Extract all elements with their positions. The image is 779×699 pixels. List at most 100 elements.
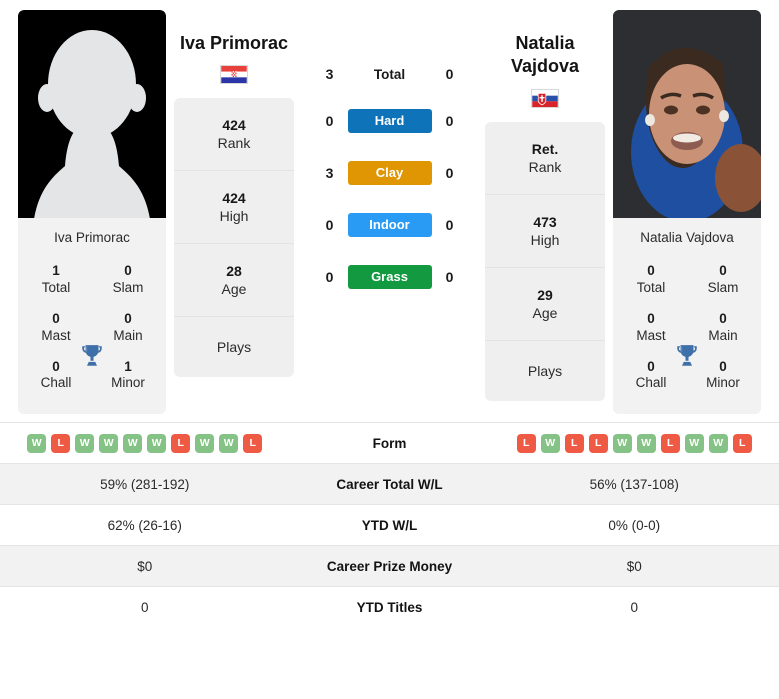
right-career-total-w-l-value: 56% (137-108) xyxy=(589,476,679,492)
surface-badge-clay[interactable]: Clay xyxy=(347,161,432,185)
left-age-label: Age xyxy=(221,281,247,298)
form-badge-loss[interactable]: L xyxy=(51,433,71,453)
table-row-label: Career Total W/L xyxy=(336,476,443,492)
left-player-photo[interactable] xyxy=(18,10,166,218)
player-portrait-image xyxy=(613,10,761,218)
left-player-photo-column: Iva Primorac 1 Total 0 Slam 0 Mast 0 Mai… xyxy=(18,10,166,415)
right-player-info-column: Natalia Vajdova Ret. Rank 473 High 29 Ag… xyxy=(485,10,605,414)
left-titles-row-1: 1 Total 0 Slam xyxy=(18,257,166,305)
left-grass-wins: 0 xyxy=(325,269,334,285)
right-player-stats-card: Ret. Rank 473 High 29 Age Plays xyxy=(485,121,605,401)
left-titles-chall-value: 0 xyxy=(52,358,60,374)
left-player-card: Iva Primorac 1 Total 0 Slam 0 Mast 0 Mai… xyxy=(18,10,166,415)
right-stat-rank: Ret. Rank xyxy=(485,122,605,195)
right-titles-mast-value: 0 xyxy=(647,310,655,326)
left-ytd-w-l-value: 62% (26-16) xyxy=(107,517,182,533)
left-player-info-column: Iva Primorac 424 Rank 424 High 28 Age Pl… xyxy=(174,10,294,414)
left-stat-rank: 424 Rank xyxy=(174,98,294,172)
left-titles-minor: 1 Minor xyxy=(104,359,152,393)
right-rank-label: Rank xyxy=(528,158,562,175)
right-hard-wins: 0 xyxy=(445,113,454,129)
form-badge-win[interactable]: W xyxy=(219,433,239,453)
right-high-label: High xyxy=(530,231,560,248)
left-titles-minor-label: Minor xyxy=(111,375,145,391)
right-stat-age: 29 Age xyxy=(485,268,605,341)
right-titles-main-label: Main xyxy=(708,327,738,343)
slovakia-flag-icon xyxy=(531,88,559,108)
right-titles-total: 0 Total xyxy=(627,263,675,297)
form-badge-loss[interactable]: L xyxy=(243,433,263,453)
form-badge-loss[interactable]: L xyxy=(732,433,752,453)
form-badge-loss[interactable]: L xyxy=(660,433,680,453)
left-form-badges: WLWWWWLWWL xyxy=(0,433,290,453)
right-player-photo[interactable] xyxy=(613,10,761,218)
left-form-value: WLWWWWLWWL xyxy=(0,433,290,453)
left-player-name: Iva Primorac xyxy=(179,33,289,53)
right-titles-chall-label: Chall xyxy=(635,375,667,391)
table-row: 0 YTD Titles 0 xyxy=(0,586,779,628)
surface-row-hard: 0 Hard 0 xyxy=(304,109,476,133)
surface-row-indoor: 0 Indoor 0 xyxy=(304,213,476,237)
right-ytd-titles-value: 0 xyxy=(630,599,638,615)
right-titles-mast-label: Mast xyxy=(636,327,666,343)
form-badge-win[interactable]: W xyxy=(147,433,167,453)
form-badge-win[interactable]: W xyxy=(123,433,143,453)
right-titles-total-value: 0 xyxy=(647,263,655,278)
left-high-label: High xyxy=(219,208,249,225)
right-player-card: Natalia Vajdova 0 Total 0 Slam 0 Mast 0 … xyxy=(613,10,761,415)
table-row-label: Form xyxy=(372,435,407,451)
right-titles-mast: 0 Mast xyxy=(627,311,675,345)
form-badge-win[interactable]: W xyxy=(99,433,119,453)
table-row-label: YTD W/L xyxy=(361,517,418,533)
right-clay-wins: 0 xyxy=(445,165,454,181)
form-badge-win[interactable]: W xyxy=(636,433,656,453)
surface-row-total: 3 Total 0 xyxy=(304,66,476,82)
right-titles-main: 0 Main xyxy=(699,311,747,345)
form-badge-loss[interactable]: L xyxy=(564,433,584,453)
left-hard-wins: 0 xyxy=(325,113,334,129)
right-age-label: Age xyxy=(532,304,558,321)
form-badge-win[interactable]: W xyxy=(195,433,215,453)
form-badge-win[interactable]: W xyxy=(540,433,560,453)
left-stat-plays: Plays xyxy=(174,317,294,377)
left-high-value: 424 xyxy=(222,190,246,207)
right-titles-chall: 0 Chall xyxy=(627,359,675,393)
left-clay-wins: 3 xyxy=(325,165,334,181)
form-badge-win[interactable]: W xyxy=(612,433,632,453)
right-titles-row-1: 0 Total 0 Slam xyxy=(613,257,761,305)
left-titles-minor-value: 1 xyxy=(124,358,132,374)
right-plays-label: Plays xyxy=(527,362,563,379)
middle-section: Iva Primorac 424 Rank 424 High 28 Age Pl… xyxy=(166,10,613,414)
left-ytd-titles-value: 0 xyxy=(140,599,149,615)
form-badge-win[interactable]: W xyxy=(708,433,728,453)
left-titles-total-value: 1 xyxy=(52,263,60,278)
surface-row-grass: 0 Grass 0 xyxy=(304,265,476,289)
person-placeholder-icon xyxy=(34,30,150,218)
left-career-prize-money-value: $0 xyxy=(137,558,153,574)
left-indoor-wins: 0 xyxy=(325,217,334,233)
form-badge-loss[interactable]: L xyxy=(588,433,608,453)
right-titles-minor-value: 0 xyxy=(719,358,727,374)
left-plays-label: Plays xyxy=(216,339,252,356)
left-titles-chall-label: Chall xyxy=(40,375,72,391)
right-career-prize-money-value: $0 xyxy=(626,558,642,574)
form-badge-win[interactable]: W xyxy=(75,433,95,453)
surface-badge-hard[interactable]: Hard xyxy=(347,109,432,133)
surface-badge-grass[interactable]: Grass xyxy=(347,265,432,289)
surface-badge-indoor[interactable]: Indoor xyxy=(347,213,432,237)
right-player-photo-column: Natalia Vajdova 0 Total 0 Slam 0 Mast 0 … xyxy=(613,10,761,415)
right-titles-minor-label: Minor xyxy=(706,375,740,391)
right-indoor-wins: 0 xyxy=(445,217,454,233)
player-comparison-page: Iva Primorac 1 Total 0 Slam 0 Mast 0 Mai… xyxy=(0,0,779,699)
form-badge-win[interactable]: W xyxy=(27,433,47,453)
left-stat-high: 424 High xyxy=(174,171,294,245)
form-badge-loss[interactable]: L xyxy=(516,433,536,453)
right-age-value: 29 xyxy=(537,286,553,303)
right-player-card-name: Natalia Vajdova xyxy=(613,218,761,255)
form-badge-win[interactable]: W xyxy=(684,433,704,453)
right-grass-wins: 0 xyxy=(445,269,454,285)
form-badge-loss[interactable]: L xyxy=(171,433,191,453)
surface-comparison-column: 3 Total 0 0 Hard 0 3 Clay 0 0 Indoor 0 0 Grass 0 xyxy=(294,10,485,414)
left-titles-main: 0 Main xyxy=(104,311,152,345)
right-titles-minor: 0 Minor xyxy=(699,359,747,393)
